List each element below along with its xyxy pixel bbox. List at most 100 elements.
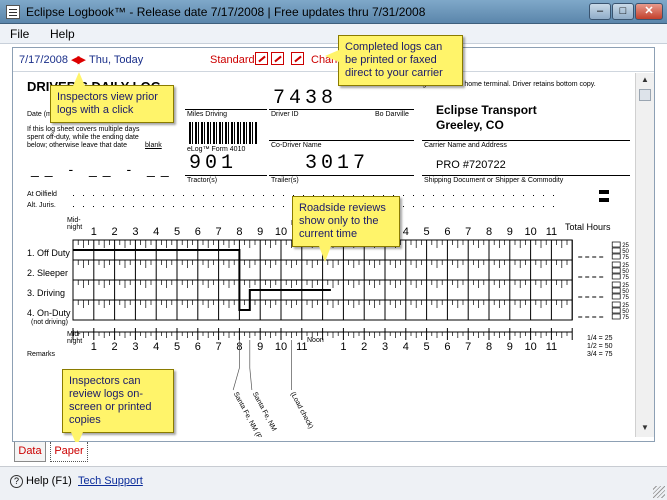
row-label-driving: 3. Driving [27,288,66,298]
menu-bar: File Help [0,24,667,44]
total-hours-quarter-box [611,281,621,288]
maximize-button[interactable]: □ [612,3,634,20]
callout-onscreen-review: Inspectors can review logs on-screen or … [62,369,174,446]
hour-label-top: 8 [236,226,242,238]
tab-data[interactable]: Data [14,442,46,462]
hour-label-top: 9 [507,226,513,238]
total-hours-quarter-label: 75 [622,255,629,261]
hour-label-top: 11 [546,226,557,238]
hour-label-bottom: 9 [507,341,513,353]
hour-label-bottom: 1 [91,341,97,353]
hour-label-bottom: 7 [216,341,222,353]
callout-roadside-reviews-text: Roadside reviews show only to the curren… [299,202,386,240]
hour-label-bottom: 5 [424,341,430,353]
total-hours-quarter-box [611,307,621,314]
hour-label-top: 7 [216,226,222,238]
prev-next-day-arrows[interactable]: ◀▶ [71,53,86,66]
hour-label-bottom: 11 [296,341,307,353]
log-day-label: Thu, Today [89,54,144,66]
total-hours-quarter-label: 75 [622,315,629,321]
hour-label-top: 9 [257,226,263,238]
callout-roadside-reviews: Roadside reviews show only to the curren… [292,196,400,262]
fraction-half: 1/2 = 50 [587,343,613,350]
scroll-up-arrow-icon[interactable]: ▲ [639,75,651,87]
total-hours-quarter-box [611,253,621,260]
noon-label-bottom: Noon [307,337,324,344]
vertical-scrollbar[interactable]: ▲ ▼ [635,73,654,437]
fraction-three-quarter: 3/4 = 75 [587,351,613,358]
hour-label-top: 10 [524,226,536,238]
total-hours-quarter-box [611,241,621,248]
callout-onscreen-review-text: Inspectors can review logs on-screen or … [69,375,152,426]
hour-label-bottom: 2 [112,341,118,353]
not-driving-label: (not driving) [31,319,68,326]
app-icon [6,5,20,19]
hour-label-bottom: 3 [382,341,388,353]
total-hours-quarter-box [611,267,621,274]
hour-label-top: 7 [465,226,471,238]
hour-label-bottom: 2 [361,341,367,353]
hour-label-bottom: 10 [275,341,287,353]
fraction-quarter: 1/4 = 25 [587,335,613,342]
menu-help[interactable]: Help [50,27,75,41]
hour-label-top: 3 [132,226,138,238]
callout-completed-logs-text: Completed logs can be printed or faxed d… [345,41,443,79]
row-label-on-duty: 4. On-Duty [27,308,71,318]
hour-label-bottom: 11 [546,341,557,353]
callout-prior-logs: Inspectors view prior logs with a click [50,72,174,123]
status-bar: ? Help (F1) Tech Support [0,466,667,500]
total-hours-quarter-label: 75 [622,275,629,281]
hour-label-bottom: 4 [403,341,409,353]
print-log-icon[interactable] [291,52,304,65]
close-button[interactable]: ✕ [635,3,663,20]
hour-label-bottom: 8 [486,341,492,353]
hour-label-top: 8 [486,226,492,238]
row-label-off-duty: 1. Off Duty [27,248,70,258]
tech-support-link[interactable]: Tech Support [78,475,143,487]
window-titlebar: Eclipse Logbook™ - Release date 7/17/200… [0,0,667,24]
minimize-button[interactable]: – [589,3,611,20]
hour-label-top: 2 [112,226,118,238]
hour-label-bottom: 3 [132,341,138,353]
hour-label-bottom: 5 [174,341,180,353]
log-date: 7/17/2008 [19,54,68,66]
hour-label-top: 6 [195,226,201,238]
remark-leader-santa-fe [249,340,253,391]
tab-paper[interactable]: Paper [50,442,88,462]
total-hours-quarter-label: 75 [622,295,629,301]
hour-label-top: 5 [174,226,180,238]
edit-log-icon[interactable] [255,52,268,65]
total-hours-quarter-box [611,261,621,268]
scroll-thumb[interactable] [639,89,651,101]
resize-grip-icon[interactable] [653,486,665,498]
hour-label-bottom: 9 [257,341,263,353]
hour-label-bottom: 1 [340,341,346,353]
hour-label-top: 4 [153,226,159,238]
hour-label-top: 10 [275,226,287,238]
row-label-sleeper: 2. Sleeper [27,268,69,278]
menu-file[interactable]: File [10,27,29,41]
total-hours-quarter-box [611,287,621,294]
view-tabs: Data Paper [12,441,655,463]
hour-label-bottom: 10 [524,341,536,353]
scroll-down-arrow-icon[interactable]: ▼ [639,423,651,435]
hour-label-bottom: 6 [444,341,450,353]
standard-label: Standard: [210,54,258,66]
help-label: Help (F1) [26,475,72,487]
hour-label-bottom: 6 [195,341,201,353]
hour-label-top: 1 [91,226,97,238]
window-title: Eclipse Logbook™ - Release date 7/17/200… [26,5,426,19]
total-hours-quarter-box [611,247,621,254]
callout-prior-logs-text: Inspectors view prior logs with a click [57,91,158,116]
total-hours-quarter-box [611,273,621,280]
pencil-icon[interactable] [271,52,284,65]
hour-label-top: 4 [403,226,409,238]
total-hours-quarter-box [611,293,621,300]
total-hours-quarter-box [611,313,621,320]
hour-label-top: 5 [424,226,430,238]
hour-label-bottom: 4 [153,341,159,353]
callout-completed-logs: Completed logs can be printed or faxed d… [325,35,463,86]
hour-label-bottom: 7 [465,341,471,353]
help-question-icon: ? [10,475,23,488]
help-link[interactable]: ? Help (F1) [10,475,72,488]
